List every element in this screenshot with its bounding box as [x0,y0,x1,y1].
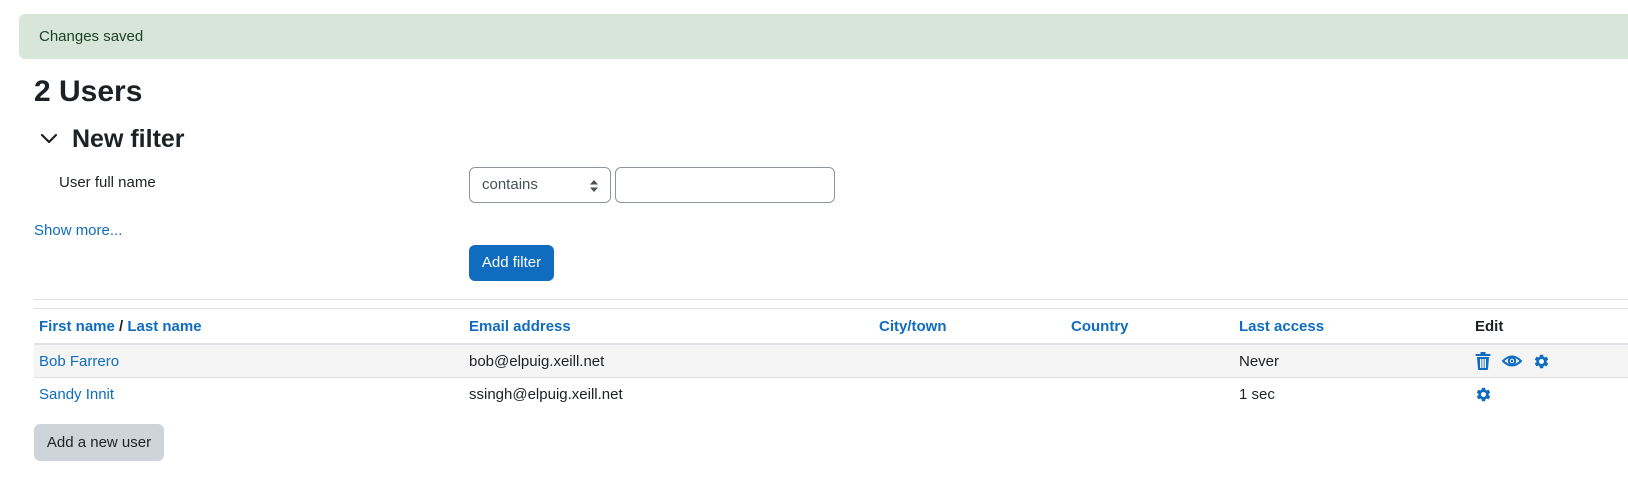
table-header-row: First name / Last name Email address Cit… [34,308,1628,345]
filter-operator-value: contains [482,176,538,193]
user-name-cell: Sandy Innit [34,377,464,410]
add-filter-button[interactable]: Add filter [469,245,554,281]
show-more-link[interactable]: Show more... [34,222,122,239]
chevron-down-icon[interactable] [34,124,64,154]
add-new-user-button[interactable]: Add a new user [34,424,164,461]
header-name-separator: / [119,317,124,335]
gear-icon[interactable] [1533,353,1550,370]
user-last-access-cell: Never [1234,344,1470,378]
filter-value-input[interactable] [615,167,835,203]
sort-email-link[interactable]: Email address [469,318,571,335]
header-city: City/town [874,308,1066,345]
header-last-access: Last access [1234,308,1470,345]
select-arrows-icon [590,180,598,192]
user-country-cell [1066,344,1234,378]
user-city-cell [874,377,1066,410]
user-last-access-cell: 1 sec [1234,377,1470,410]
header-email: Email address [464,308,874,345]
divider [34,299,1628,300]
sort-last-access-link[interactable]: Last access [1239,318,1324,335]
user-name-cell: Bob Farrero [34,344,464,378]
users-table: First name / Last name Email address Cit… [34,308,1628,410]
success-alert: Changes saved [19,14,1628,59]
header-edit: Edit [1470,308,1628,345]
sort-country-link[interactable]: Country [1071,318,1129,335]
user-profile-link[interactable]: Bob Farrero [39,353,119,370]
user-email-cell: ssingh@elpuig.xeill.net [464,377,874,410]
user-country-cell [1066,377,1234,410]
filter-section-toggle[interactable]: New filter [34,122,185,156]
user-edit-cell [1470,344,1628,378]
table-row: Bob Farrero bob@elpuig.xeill.net Never [34,344,1628,378]
gear-icon[interactable] [1475,386,1492,403]
user-email-cell: bob@elpuig.xeill.net [464,344,874,378]
trash-icon[interactable] [1475,352,1491,370]
eye-icon[interactable] [1502,354,1522,368]
sort-city-link[interactable]: City/town [879,318,947,335]
user-edit-cell [1470,377,1628,410]
sort-first-name-link[interactable]: First name [39,318,115,335]
table-row: Sandy Innit ssingh@elpuig.xeill.net 1 se… [34,377,1628,410]
sort-last-name-link[interactable]: Last name [127,318,201,335]
page-title: 2 Users [34,75,143,108]
filter-operator-select[interactable]: contains [469,167,611,203]
header-name: First name / Last name [34,308,464,345]
user-city-cell [874,344,1066,378]
filter-section-title: New filter [72,124,185,153]
alert-message: Changes saved [39,28,144,45]
user-full-name-label: User full name [59,174,156,191]
header-country: Country [1066,308,1234,345]
user-profile-link[interactable]: Sandy Innit [39,386,114,403]
